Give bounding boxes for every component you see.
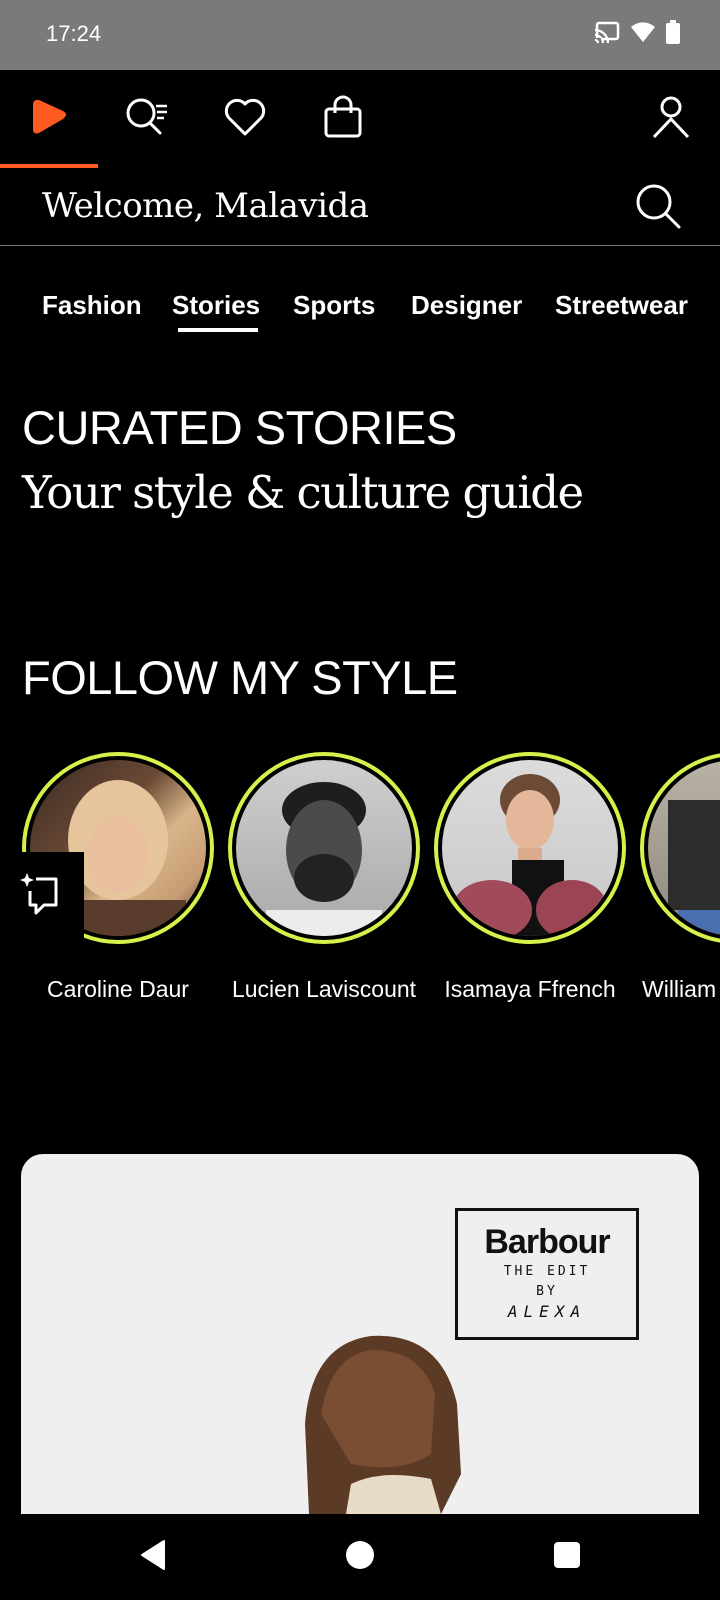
welcome-row: Welcome, Malavida xyxy=(0,168,720,246)
home-icon xyxy=(29,97,69,142)
creator-name: Isamaya Ffrench xyxy=(444,976,616,1002)
back-button[interactable] xyxy=(130,1534,176,1580)
follow-title: FOLLOW MY STYLE xyxy=(22,651,458,704)
heart-icon xyxy=(223,97,267,142)
back-icon xyxy=(138,1539,168,1576)
welcome-text: Welcome, Malavida xyxy=(42,186,369,226)
avatar-ring xyxy=(228,752,420,944)
recents-icon xyxy=(553,1541,581,1574)
nav-search-list[interactable] xyxy=(98,70,196,168)
creator-item[interactable]: Isamaya Ffrench xyxy=(428,752,632,1008)
tab-stories[interactable]: Stories xyxy=(172,290,260,321)
avatar xyxy=(236,760,412,936)
search-list-icon xyxy=(124,96,170,143)
status-bar: 17:24 xyxy=(0,0,720,70)
status-time: 17:24 xyxy=(46,21,102,46)
ai-assistant-button[interactable] xyxy=(0,852,84,938)
creator-carousel: Caroline Daur Lucien Laviscount Isamaya … xyxy=(0,752,720,1052)
avatar xyxy=(648,760,720,936)
category-tabs: Fashion Stories Sports Designer Streetwe… xyxy=(0,278,720,338)
cast-icon xyxy=(594,21,620,48)
nav-profile[interactable] xyxy=(622,70,720,168)
creator-name: William xyxy=(642,976,717,1002)
home-button[interactable] xyxy=(337,1534,383,1580)
creator-name: Lucien Laviscount xyxy=(231,976,417,1002)
model-photo xyxy=(305,1335,461,1514)
battery-icon xyxy=(666,20,680,49)
nav-bag[interactable] xyxy=(294,70,392,168)
story-card[interactable]: Barbour THE EDIT BY ALEXA xyxy=(21,1154,699,1514)
creator-item[interactable]: William xyxy=(634,752,720,1008)
avatar-ring xyxy=(640,752,720,944)
curated-title: CURATED STORIES xyxy=(22,401,457,454)
search-icon xyxy=(633,181,683,236)
tab-sports[interactable]: Sports xyxy=(293,290,375,321)
tab-fashion[interactable]: Fashion xyxy=(42,290,142,321)
creator-name: Caroline Daur xyxy=(47,976,189,1002)
curated-subtitle: Your style & culture guide xyxy=(22,466,584,519)
system-nav xyxy=(0,1514,720,1600)
status-icons xyxy=(594,20,680,49)
nav-home[interactable] xyxy=(0,70,98,168)
tab-designer[interactable]: Designer xyxy=(411,290,522,321)
creator-item[interactable]: Lucien Laviscount xyxy=(222,752,426,1008)
avatar xyxy=(442,760,618,936)
avatar-ring xyxy=(434,752,626,944)
profile-icon xyxy=(651,95,691,144)
tab-selected-underline xyxy=(178,328,258,332)
nav-wishlist[interactable] xyxy=(196,70,294,168)
recents-button[interactable] xyxy=(544,1534,590,1580)
bag-icon xyxy=(323,95,363,144)
sparkle-chat-icon xyxy=(20,871,64,920)
top-nav xyxy=(0,70,720,168)
wifi-icon xyxy=(630,21,656,48)
home-circle-icon xyxy=(345,1540,375,1575)
search-button[interactable] xyxy=(626,176,690,240)
tab-streetwear[interactable]: Streetwear xyxy=(555,290,688,321)
